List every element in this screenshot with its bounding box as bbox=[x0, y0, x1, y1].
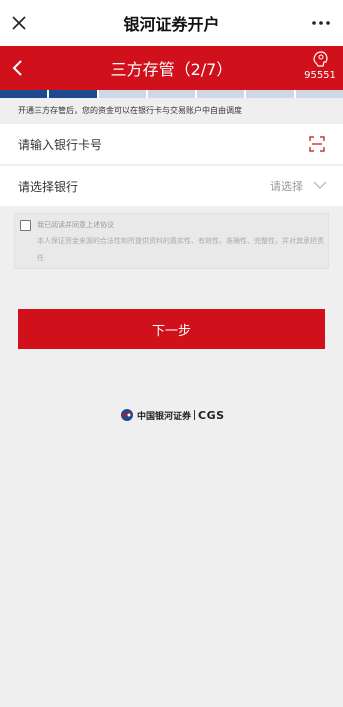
agreement-label[interactable]: 我已阅读并同意上述协议 bbox=[37, 219, 324, 231]
bank-select-label: 请选择银行 bbox=[18, 179, 79, 194]
page-header: 三方存管（2/7） 95551 bbox=[0, 46, 343, 90]
page-title: 三方存管（2/7） bbox=[110, 60, 233, 79]
agreement-checkbox[interactable] bbox=[20, 220, 31, 231]
progress-step bbox=[0, 90, 48, 98]
close-icon[interactable] bbox=[8, 12, 30, 34]
logo-divider bbox=[194, 410, 196, 420]
chevron-down-icon bbox=[313, 181, 327, 189]
logo-text-cn: 中国银河证券 bbox=[137, 411, 192, 422]
customer-service-icon bbox=[313, 51, 328, 67]
app-topbar: 银河证券开户 bbox=[0, 0, 343, 46]
bank-select-placeholder: 请选择 bbox=[270, 180, 303, 193]
info-notice: 开通三方存管后，您的资金可以在银行卡与交易账户中自由调度 bbox=[0, 98, 343, 124]
next-step-button[interactable]: 下一步 bbox=[18, 309, 325, 349]
agreement-section: 我已阅读并同意上述协议 本人保证资金来源的合法性和所提供资料的真实性、有效性、准… bbox=[14, 213, 329, 269]
progress-step bbox=[49, 90, 97, 98]
company-logo: 中国银河证券 CGS bbox=[120, 405, 225, 425]
step-progress-bar bbox=[0, 90, 343, 98]
app-title: 银河证券开户 bbox=[123, 15, 220, 34]
service-number: 95551 bbox=[304, 70, 336, 81]
service-hotline[interactable]: 95551 bbox=[303, 50, 337, 88]
progress-step bbox=[98, 90, 146, 98]
progress-step bbox=[295, 90, 343, 98]
bank-card-field[interactable]: 请输入银行卡号 bbox=[0, 124, 343, 164]
galaxy-logo-icon bbox=[121, 409, 133, 421]
progress-step bbox=[147, 90, 196, 98]
bank-select[interactable]: 请选择银行 请选择 bbox=[0, 166, 343, 206]
scan-icon[interactable] bbox=[309, 136, 325, 152]
logo-text-en: CGS bbox=[198, 408, 225, 422]
progress-step bbox=[246, 90, 294, 98]
bank-card-label: 请输入银行卡号 bbox=[18, 137, 103, 152]
progress-step bbox=[197, 90, 245, 98]
back-icon[interactable] bbox=[8, 58, 28, 78]
more-icon[interactable] bbox=[309, 14, 333, 32]
agreement-statement: 本人保证资金来源的合法性和所提供资料的真实性、有效性、准确性、完整性，并对其承担… bbox=[37, 237, 324, 262]
